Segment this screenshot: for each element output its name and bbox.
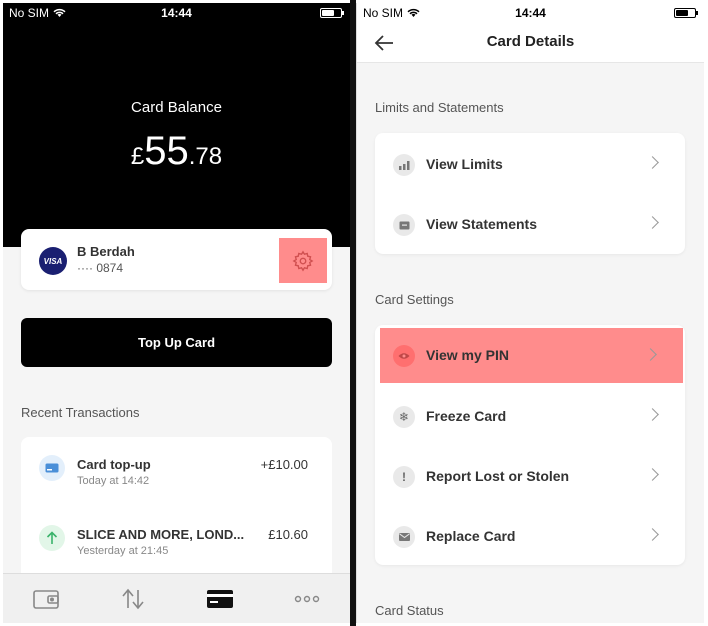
nav-bar: Card Details <box>357 23 704 63</box>
exclamation-icon: ! <box>393 466 415 488</box>
report-lost-label: Report Lost or Stolen <box>426 468 570 484</box>
section-title-status: Card Status <box>375 603 444 618</box>
settings-group: View my PIN ❄ Freeze Card ! Report Lost … <box>375 325 685 565</box>
section-title-limits: Limits and Statements <box>375 100 504 115</box>
chevron-right-icon <box>644 348 657 361</box>
section-title-settings: Card Settings <box>375 292 454 307</box>
chevron-right-icon <box>646 216 659 229</box>
view-pin-label: View my PIN <box>426 347 510 363</box>
transfer-icon <box>122 588 144 609</box>
transaction-time: Today at 14:42 <box>77 475 150 487</box>
transaction-title: SLICE AND MORE, LOND... <box>77 527 245 542</box>
view-pin-row[interactable]: View my PIN <box>380 328 683 383</box>
tab-wallet[interactable] <box>3 574 90 623</box>
chevron-right-icon <box>646 156 659 169</box>
chevron-right-icon <box>646 468 659 481</box>
wallet-icon <box>33 589 60 609</box>
chevron-right-icon <box>646 408 659 421</box>
status-bar: No SIM 14:44 <box>3 3 350 23</box>
balance-amount: £55.78 <box>130 129 223 173</box>
balance-header: No SIM 14:44 Card Balance £55.78 <box>3 3 350 247</box>
more-icon <box>294 595 319 602</box>
card-number: ···· 0874 <box>77 261 124 275</box>
home-screen: No SIM 14:44 Card Balance £55.78 VISA B … <box>3 3 350 623</box>
transaction-amount: £10.60 <box>268 527 308 542</box>
report-lost-row[interactable]: ! Report Lost or Stolen <box>375 447 685 505</box>
replace-card-label: Replace Card <box>426 528 516 544</box>
view-limits-row[interactable]: View Limits <box>375 135 685 193</box>
tab-transfer[interactable] <box>90 574 177 623</box>
battery-icon <box>674 8 698 18</box>
card-icon <box>206 589 233 608</box>
list-item[interactable]: Card top-up Today at 14:42 +£10.00 <box>21 437 332 497</box>
statement-icon <box>393 214 415 236</box>
bar-chart-icon <box>393 154 415 176</box>
snowflake-icon: ❄ <box>393 406 415 428</box>
status-time: 14:44 <box>161 6 192 20</box>
eye-icon <box>393 345 415 367</box>
card-settings-button[interactable] <box>279 238 327 283</box>
view-limits-label: View Limits <box>426 156 503 172</box>
tab-card[interactable] <box>177 574 264 623</box>
transaction-amount: +£10.00 <box>260 457 308 472</box>
replace-card-row[interactable]: Replace Card <box>375 507 685 565</box>
transaction-time: Yesterday at 21:45 <box>77 545 169 557</box>
limits-group: View Limits View Statements <box>375 133 685 254</box>
view-statements-label: View Statements <box>426 216 538 232</box>
card-top-up-icon <box>39 455 65 481</box>
freeze-card-label: Freeze Card <box>426 408 507 424</box>
top-up-button[interactable]: Top Up Card <box>21 318 332 367</box>
card-details-screen: No SIM 14:44 Card Details Limits and Sta… <box>356 3 704 623</box>
view-statements-row[interactable]: View Statements <box>375 195 685 253</box>
card-holder-name: B Berdah <box>77 244 135 259</box>
gear-icon <box>292 250 314 271</box>
status-time: 14:44 <box>515 6 546 20</box>
balance-label: Card Balance <box>131 99 222 116</box>
chevron-right-icon <box>646 528 659 541</box>
freeze-card-row[interactable]: ❄ Freeze Card <box>375 387 685 445</box>
page-title: Card Details <box>486 33 575 50</box>
transaction-title: Card top-up <box>77 457 151 472</box>
envelope-icon <box>393 526 415 548</box>
visa-icon: VISA <box>39 247 67 275</box>
list-item[interactable]: SLICE AND MORE, LOND... Yesterday at 21:… <box>21 507 332 567</box>
card-summary[interactable]: VISA B Berdah ···· 0874 <box>21 229 332 290</box>
tab-more[interactable] <box>263 574 350 623</box>
status-bar: No SIM 14:44 <box>357 3 704 23</box>
battery-icon <box>320 8 344 18</box>
arrow-up-icon <box>39 525 65 551</box>
tab-bar <box>3 573 350 623</box>
recent-transactions-title: Recent Transactions <box>21 405 140 420</box>
